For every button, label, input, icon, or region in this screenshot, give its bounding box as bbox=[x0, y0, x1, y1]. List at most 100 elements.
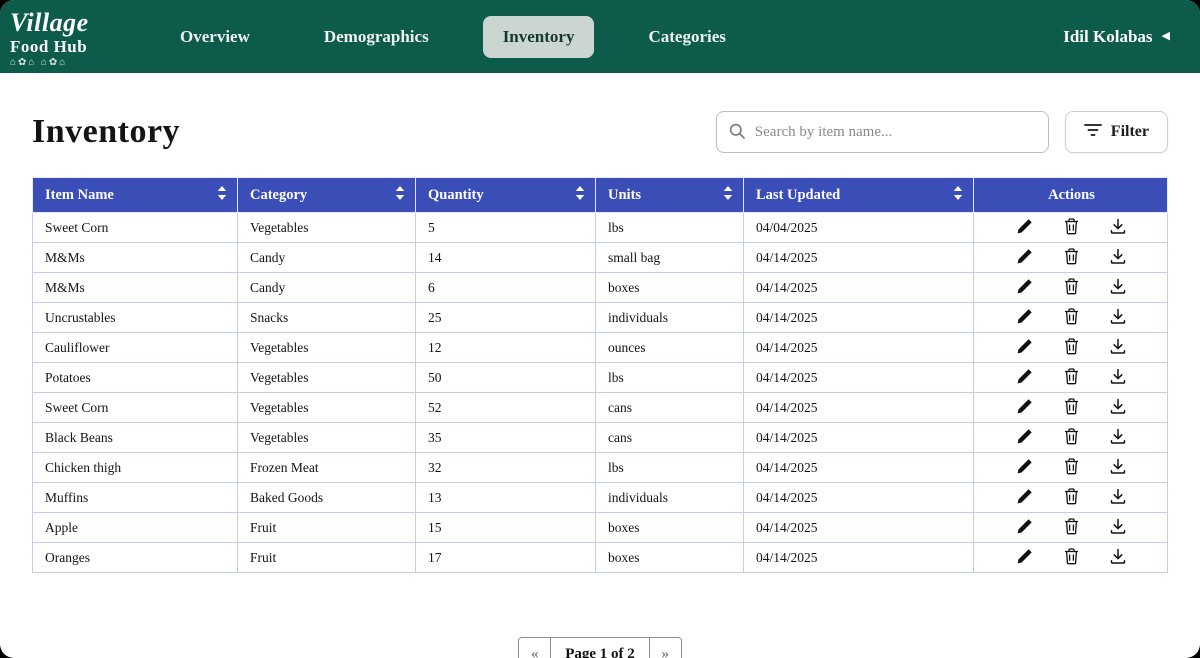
download-button[interactable] bbox=[1108, 396, 1128, 419]
edit-button[interactable] bbox=[1014, 276, 1035, 300]
column-header-units[interactable]: Units bbox=[596, 178, 744, 213]
edit-button[interactable] bbox=[1014, 216, 1035, 240]
sort-icon[interactable] bbox=[575, 186, 585, 205]
cell-actions bbox=[974, 363, 1168, 393]
brand-logo[interactable]: Village Food Hub ⌂✿⌂ ⌂✿⌂ bbox=[8, 6, 136, 68]
cell-updated: 04/14/2025 bbox=[744, 543, 974, 573]
delete-button[interactable] bbox=[1062, 516, 1081, 540]
edit-button[interactable] bbox=[1014, 426, 1035, 450]
delete-button[interactable] bbox=[1062, 276, 1081, 300]
download-icon bbox=[1110, 248, 1126, 267]
search-wrap bbox=[716, 111, 1049, 153]
download-button[interactable] bbox=[1108, 426, 1128, 449]
nav-item-inventory[interactable]: Inventory bbox=[483, 16, 595, 58]
cell-actions bbox=[974, 513, 1168, 543]
download-button[interactable] bbox=[1108, 366, 1128, 389]
cell-updated: 04/14/2025 bbox=[744, 273, 974, 303]
cell-item: Potatoes bbox=[33, 363, 238, 393]
download-icon bbox=[1110, 548, 1126, 567]
edit-icon bbox=[1016, 458, 1033, 478]
download-button[interactable] bbox=[1108, 456, 1128, 479]
delete-button[interactable] bbox=[1062, 396, 1081, 420]
table-row: MuffinsBaked Goods13individuals04/14/202… bbox=[33, 483, 1168, 513]
cell-category: Candy bbox=[238, 273, 416, 303]
cell-updated: 04/14/2025 bbox=[744, 483, 974, 513]
cell-category: Fruit bbox=[238, 543, 416, 573]
delete-icon bbox=[1064, 278, 1079, 298]
column-header-quantity[interactable]: Quantity bbox=[416, 178, 596, 213]
delete-button[interactable] bbox=[1062, 456, 1081, 480]
download-icon bbox=[1110, 308, 1126, 327]
download-icon bbox=[1110, 218, 1126, 237]
cell-units: boxes bbox=[596, 273, 744, 303]
cell-units: lbs bbox=[596, 453, 744, 483]
delete-button[interactable] bbox=[1062, 366, 1081, 390]
cell-units: ounces bbox=[596, 333, 744, 363]
download-button[interactable] bbox=[1108, 336, 1128, 359]
download-button[interactable] bbox=[1108, 276, 1128, 299]
cell-quantity: 17 bbox=[416, 543, 596, 573]
cell-actions bbox=[974, 543, 1168, 573]
filter-button[interactable]: Filter bbox=[1065, 111, 1168, 153]
delete-button[interactable] bbox=[1062, 306, 1081, 330]
cell-actions bbox=[974, 453, 1168, 483]
cell-quantity: 25 bbox=[416, 303, 596, 333]
download-button[interactable] bbox=[1108, 246, 1128, 269]
table-row: AppleFruit15boxes04/14/2025 bbox=[33, 513, 1168, 543]
edit-button[interactable] bbox=[1014, 396, 1035, 420]
cell-item: Muffins bbox=[33, 483, 238, 513]
download-button[interactable] bbox=[1108, 306, 1128, 329]
column-label: Quantity bbox=[428, 187, 484, 204]
delete-button[interactable] bbox=[1062, 216, 1081, 240]
cell-actions bbox=[974, 423, 1168, 453]
sort-icon[interactable] bbox=[395, 186, 405, 205]
delete-button[interactable] bbox=[1062, 486, 1081, 510]
edit-icon bbox=[1016, 548, 1033, 568]
edit-button[interactable] bbox=[1014, 546, 1035, 570]
download-button[interactable] bbox=[1108, 516, 1128, 539]
sort-icon[interactable] bbox=[217, 186, 227, 205]
table-header-row: Item NameCategory Quantity UnitsLast Updat… bbox=[33, 178, 1168, 213]
user-menu[interactable]: Idil Kolabas ◀ bbox=[1063, 27, 1170, 47]
column-header-category[interactable]: Category bbox=[238, 178, 416, 213]
column-header-last-updated[interactable]: Last Updated bbox=[744, 178, 974, 213]
inventory-table: Item NameCategory Quantity UnitsLast Updat… bbox=[32, 177, 1168, 573]
delete-button[interactable] bbox=[1062, 246, 1081, 270]
user-name: Idil Kolabas bbox=[1063, 27, 1152, 47]
cell-updated: 04/14/2025 bbox=[744, 333, 974, 363]
edit-button[interactable] bbox=[1014, 456, 1035, 480]
pagination-next-button[interactable]: » bbox=[649, 637, 682, 658]
search-input[interactable] bbox=[716, 111, 1049, 153]
brand-line2: Food Hub bbox=[10, 38, 136, 55]
delete-button[interactable] bbox=[1062, 336, 1081, 360]
download-button[interactable] bbox=[1108, 216, 1128, 239]
column-label: Actions bbox=[1048, 187, 1095, 204]
delete-icon bbox=[1064, 488, 1079, 508]
cell-category: Vegetables bbox=[238, 333, 416, 363]
filter-label: Filter bbox=[1111, 123, 1149, 141]
download-button[interactable] bbox=[1108, 486, 1128, 509]
column-header-item-name[interactable]: Item Name bbox=[33, 178, 238, 213]
edit-button[interactable] bbox=[1014, 516, 1035, 540]
edit-button[interactable] bbox=[1014, 306, 1035, 330]
edit-button[interactable] bbox=[1014, 486, 1035, 510]
cell-updated: 04/14/2025 bbox=[744, 453, 974, 483]
pagination-prev-button[interactable]: « bbox=[518, 637, 551, 658]
edit-button[interactable] bbox=[1014, 366, 1035, 390]
delete-button[interactable] bbox=[1062, 426, 1081, 450]
download-button[interactable] bbox=[1108, 546, 1128, 569]
cell-updated: 04/14/2025 bbox=[744, 423, 974, 453]
search-icon bbox=[729, 123, 745, 144]
edit-icon bbox=[1016, 278, 1033, 298]
nav-item-categories[interactable]: Categories bbox=[628, 16, 745, 58]
edit-button[interactable] bbox=[1014, 336, 1035, 360]
cell-actions bbox=[974, 483, 1168, 513]
nav-item-demographics[interactable]: Demographics bbox=[304, 16, 449, 58]
delete-button[interactable] bbox=[1062, 546, 1081, 570]
nav-item-overview[interactable]: Overview bbox=[160, 16, 270, 58]
edit-button[interactable] bbox=[1014, 246, 1035, 270]
sort-icon[interactable] bbox=[723, 186, 733, 205]
cell-category: Vegetables bbox=[238, 423, 416, 453]
download-icon bbox=[1110, 458, 1126, 477]
sort-icon[interactable] bbox=[953, 186, 963, 205]
